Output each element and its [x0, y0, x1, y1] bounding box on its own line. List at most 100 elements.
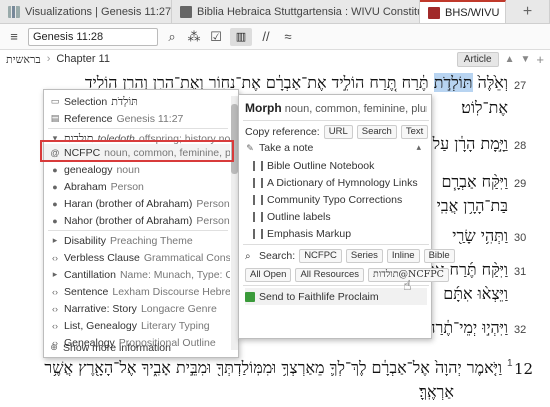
- parallel-icon[interactable]: //: [258, 29, 274, 44]
- code-icon: ‹›: [52, 320, 58, 331]
- morph-submenu: Morph noun, common, feminine, plural, co…: [238, 94, 455, 339]
- menu-item-sense[interactable]: ● genealogy noun: [44, 161, 230, 178]
- verse-number: 29: [514, 178, 527, 190]
- add-tab-button[interactable]: +: [506, 0, 550, 23]
- chart-icon: [8, 5, 20, 18]
- send-to-proclaim-item[interactable]: Send to Faithlife Proclaim: [245, 288, 427, 305]
- show-more-button[interactable]: ⊕ Show more information: [43, 339, 233, 356]
- item-detail: Preaching Theme: [110, 234, 193, 247]
- item-detail: Person: [110, 180, 144, 193]
- item-label: Disability: [64, 234, 107, 247]
- chapter-number: 12: [514, 360, 544, 378]
- menu-item-reference[interactable]: ▤ Reference Genesis 11:27: [44, 110, 230, 127]
- copy-search-button[interactable]: Search: [356, 124, 397, 139]
- item-label: Show more information: [63, 341, 171, 354]
- menu-item-theme[interactable]: ▸ Disability Preaching Theme: [44, 232, 230, 249]
- menu-item-cantillation[interactable]: ▸ Cantillation Name: Munach, Type: Conju…: [44, 266, 230, 283]
- approx-icon[interactable]: ≈: [280, 29, 296, 44]
- note-label: Outline labels: [267, 210, 331, 223]
- add-icon[interactable]: +: [536, 52, 544, 67]
- selection-icon: ▭: [50, 96, 60, 106]
- down-arrow-icon[interactable]: ▼: [521, 54, 531, 65]
- tab-bhs-wivu[interactable]: BHS/WIVU: [420, 0, 506, 23]
- caret-up-icon[interactable]: ▴: [416, 142, 421, 153]
- selected-word[interactable]: תּוֹלְדֹ֣ת: [433, 73, 473, 92]
- verse-line[interactable]: וַיֵּצְא֨וּ אִתָּ֜ם: [443, 284, 508, 304]
- item-label: genealogy: [64, 163, 113, 176]
- notebook-icon: [253, 228, 263, 239]
- divider: [243, 285, 429, 286]
- menu-item-literary-typing[interactable]: ‹› List, Genealogy Literary Typing: [44, 317, 230, 334]
- morph-title: Morph noun, common, feminine, plural, co: [245, 101, 427, 117]
- tab-visualizations[interactable]: Visualizations | Genesis 11:27–32: [0, 0, 172, 23]
- menu-item-person[interactable]: ● Nahor (brother of Abraham) Person: [44, 212, 230, 229]
- code-icon: ‹›: [52, 252, 58, 263]
- copy-url-button[interactable]: URL: [323, 124, 353, 139]
- verse-line[interactable]: אַרְאֶֽךָּ׃: [419, 382, 454, 402]
- scrollbar-thumb[interactable]: [231, 104, 238, 174]
- copy-label: Copy reference:: [245, 125, 320, 138]
- search-row: ⌕ Search: NCFPC Series Inline Bible: [245, 247, 455, 264]
- layout-button[interactable]: ▥: [230, 27, 252, 46]
- menu-item-sentence[interactable]: ‹› Sentence Lexham Discourse Hebrew Bibl…: [44, 283, 230, 300]
- morph-title-detail: noun, common, feminine, plural, co: [284, 103, 427, 115]
- search-label: Search:: [259, 249, 296, 262]
- note-item[interactable]: Community Typo Corrections: [253, 191, 402, 208]
- take-note-item[interactable]: ✎ Take a note ▴: [245, 139, 427, 156]
- tools-icon[interactable]: ⁂: [186, 29, 202, 45]
- tab-label: BHS/WIVU: [445, 6, 500, 19]
- verse-line[interactable]: וַיִּהְי֣וּ יְמֵי־תֶ֔רַח: [426, 318, 508, 338]
- search-all-resources-button[interactable]: All Resources: [295, 267, 365, 282]
- search-bible-button[interactable]: Bible: [423, 248, 455, 263]
- item-detail: noun: [116, 163, 140, 176]
- toolbar: ≡ ⌕ ⁂ ☑ ▥ // ≈: [0, 24, 550, 50]
- note-item[interactable]: A Dictionary of Hymnology Links: [253, 174, 418, 191]
- verse-line[interactable]: וַיִּקַּ֨ח אַבְרָ֧ם: [441, 172, 508, 192]
- note-item[interactable]: Emphasis Markup: [253, 225, 351, 242]
- scrollbar[interactable]: [231, 96, 238, 350]
- item-label: Sentence: [64, 285, 109, 298]
- search-inline-button[interactable]: Inline: [386, 248, 420, 263]
- chapter-label[interactable]: Chapter 11: [56, 53, 110, 65]
- verse-text: אַרְאֶֽךָּ׃: [419, 382, 454, 401]
- copy-text-button[interactable]: Text: [400, 124, 429, 139]
- verse-number: 31: [514, 266, 527, 278]
- tab-bhs-trees[interactable]: Biblia Hebraica Stuttgartensia : WIVU Co…: [172, 0, 420, 23]
- menu-item-person[interactable]: ● Abraham Person: [44, 178, 230, 195]
- verse-line[interactable]: בַּת־הָרָ֥ן אֲבִֽי: [437, 196, 508, 216]
- menu-item-person[interactable]: ● Haran (brother of Abraham) Person: [44, 195, 230, 212]
- send-label: Send to Faithlife Proclaim: [259, 290, 379, 303]
- search-icon[interactable]: ⌕: [164, 29, 180, 45]
- verse-text: וַיֹּ֤אמֶר יְהוָה֙ אֶל־אַבְרָ֔ם לֶךְ־לְך…: [44, 358, 502, 377]
- search-all-open-button[interactable]: All Open: [245, 267, 292, 282]
- menu-item-genre[interactable]: ‹› Narrative: Story Longacre Genre: [44, 300, 230, 317]
- code-icon: ‹›: [52, 303, 58, 314]
- checkbox-icon[interactable]: ☑: [208, 29, 224, 45]
- menu-icon[interactable]: ≡: [6, 29, 22, 44]
- note-item[interactable]: Outline labels: [253, 208, 331, 225]
- take-note-label: Take a note: [259, 141, 314, 154]
- verse-number: 30: [514, 232, 527, 244]
- verse-text: בַּת־הָרָ֥ן אֲבִֽי: [436, 196, 508, 215]
- article-dropdown[interactable]: Article: [456, 51, 499, 67]
- item-label: Haran (brother of Abraham): [64, 197, 193, 210]
- divider: [243, 120, 429, 121]
- verse-text: אֶת־לֽוֹט׃: [461, 98, 508, 117]
- tab-label: Visualizations | Genesis 11:27–32: [25, 5, 172, 18]
- menu-item-construction[interactable]: ‹› Verbless Clause Grammatical Construct…: [44, 249, 230, 266]
- item-detail: Person: [196, 214, 230, 227]
- verse-line[interactable]: אֶת־לֽוֹט׃: [461, 98, 508, 118]
- verse-text: וַיִּקַּ֨ח אַבְרָ֧ם: [441, 172, 508, 191]
- verse-line[interactable]: וַתְּהִ֥י שָׂרַ֖י: [452, 226, 508, 246]
- person-icon: ●: [52, 198, 58, 209]
- verse-line[interactable]: וַיֹּ֤אמֶר יְהוָה֙ אֶל־אַבְרָ֔ם לֶךְ־לְך…: [44, 358, 502, 378]
- search-series-button[interactable]: Series: [345, 248, 383, 263]
- verse-text: וַיִּהְי֣וּ יְמֵי־תֶ֔רַח: [426, 318, 508, 337]
- book-name-hebrew[interactable]: בראשית: [6, 53, 41, 66]
- up-arrow-icon[interactable]: ▲: [505, 54, 515, 65]
- note-label: Bible Outline Notebook: [267, 159, 375, 172]
- note-item[interactable]: Bible Outline Notebook: [253, 157, 374, 174]
- menu-item-selection[interactable]: ▭ Selection תּוֹלְדֹת: [44, 93, 230, 110]
- reference-input[interactable]: [28, 27, 158, 46]
- search-ncfpc-button[interactable]: NCFPC: [299, 248, 342, 263]
